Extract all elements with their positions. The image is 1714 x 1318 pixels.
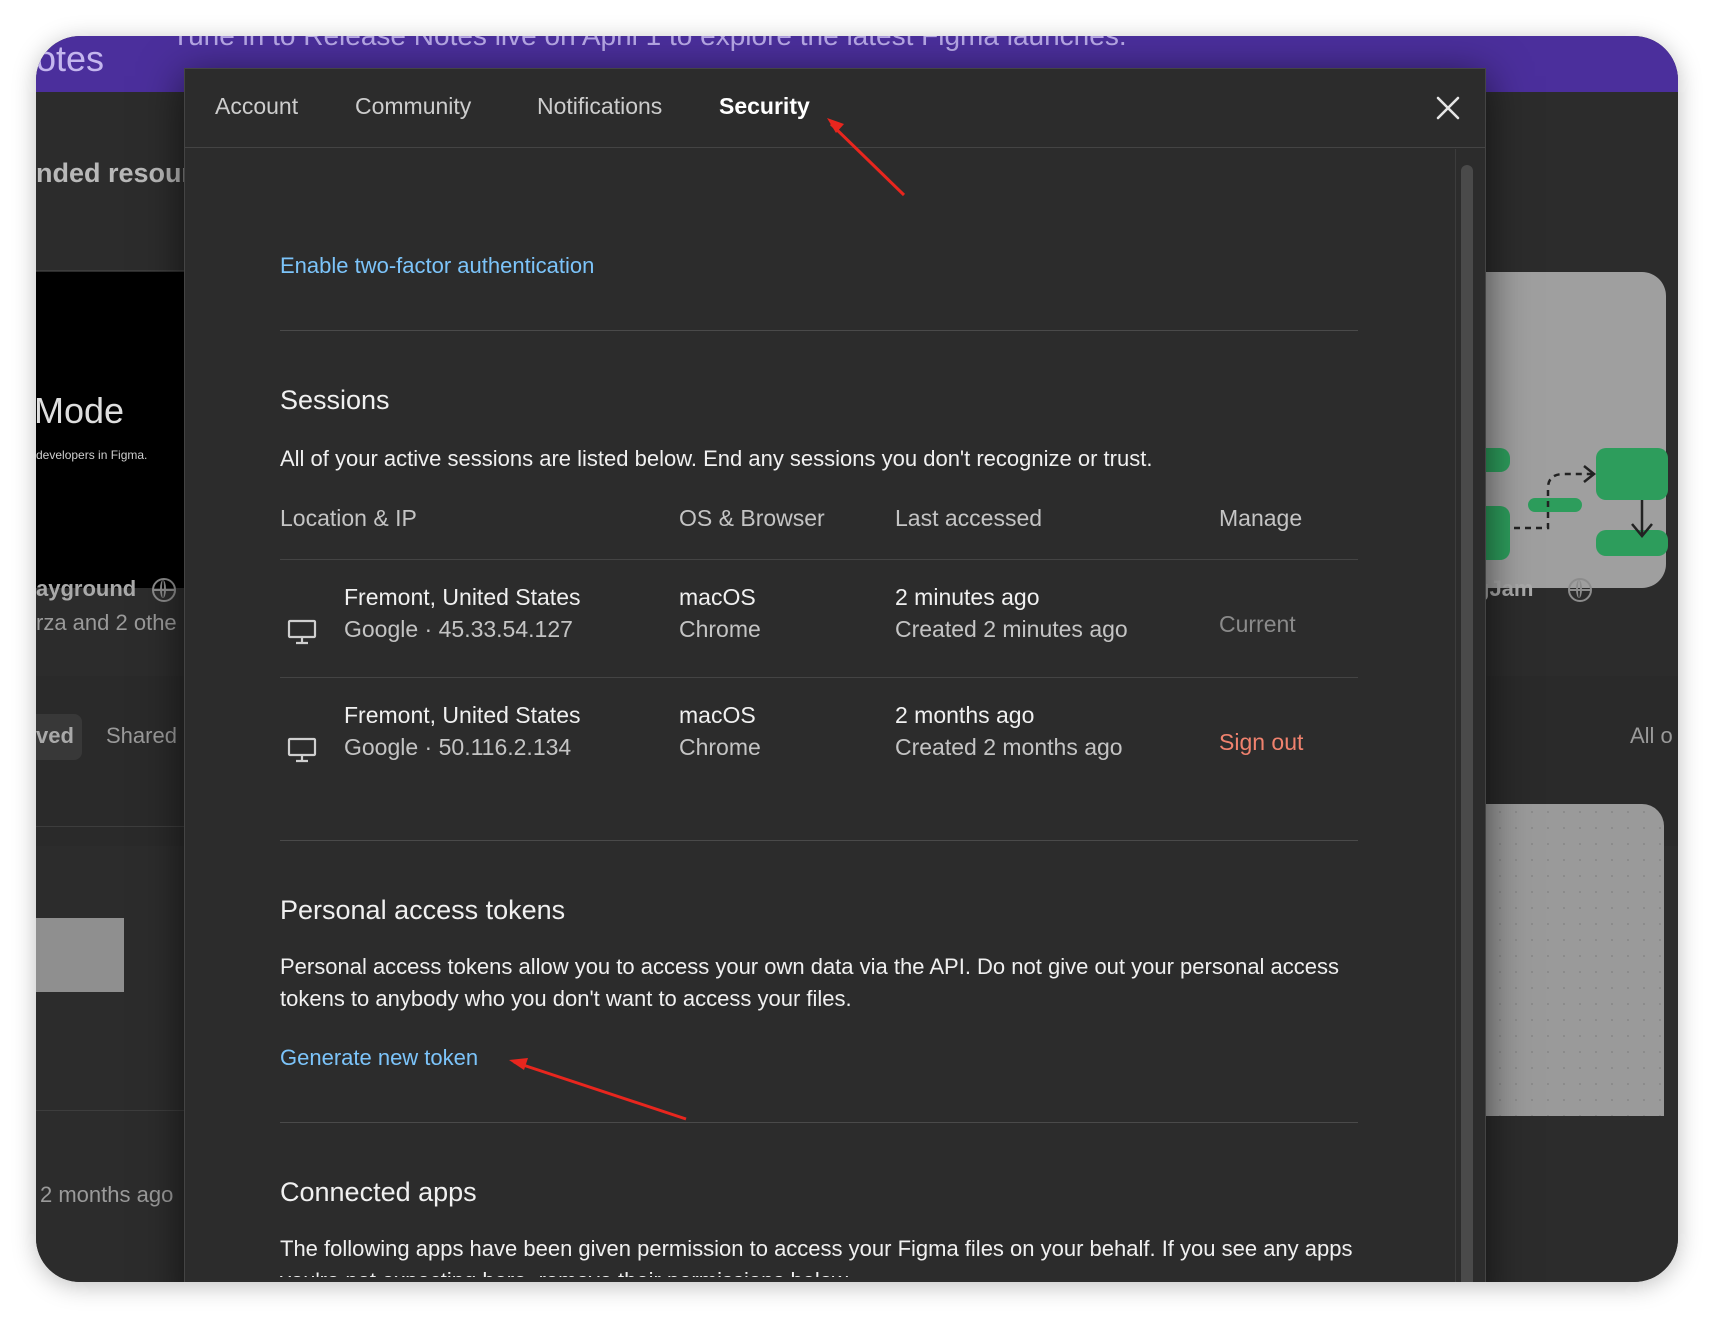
created-text: Created 2 months ago bbox=[895, 734, 1123, 760]
connected-apps-description: The following apps have been given permi… bbox=[280, 1236, 1353, 1277]
column-header-last-accessed: Last accessed bbox=[895, 505, 1043, 531]
divider bbox=[36, 826, 186, 827]
tokens-title: Personal access tokens bbox=[280, 895, 566, 925]
section-divider bbox=[280, 840, 1358, 841]
filter-tab-active[interactable]: ved bbox=[36, 714, 82, 760]
resource-card-right[interactable] bbox=[1476, 272, 1668, 588]
column-header-manage: Manage bbox=[1219, 505, 1303, 531]
column-header-location: Location & IP bbox=[280, 505, 417, 531]
section-divider bbox=[280, 1122, 1358, 1123]
globe-icon bbox=[152, 578, 176, 602]
session-location: Fremont, United States Google · 45.33.54… bbox=[344, 581, 581, 645]
section-divider bbox=[280, 330, 1358, 331]
tab-community[interactable]: Community bbox=[355, 93, 471, 120]
filter-tab-label: ved bbox=[36, 723, 74, 748]
file-time: 2 months ago bbox=[40, 1182, 174, 1207]
divider bbox=[36, 1110, 186, 1111]
tab-security[interactable]: Security bbox=[719, 93, 810, 120]
os-text: macOS bbox=[679, 584, 756, 610]
filter-dropdown[interactable]: All o bbox=[1630, 723, 1673, 749]
close-icon[interactable] bbox=[1431, 91, 1465, 125]
connected-apps-title: Connected apps bbox=[280, 1177, 477, 1207]
filter-tab-shared[interactable]: Shared bbox=[106, 723, 177, 749]
session-last-accessed: 2 minutes ago Created 2 minutes ago bbox=[895, 581, 1128, 645]
current-session-label: Current bbox=[1219, 611, 1296, 637]
settings-tabs: Account Community Notifications Security bbox=[185, 69, 1485, 148]
section-heading: nded resourc bbox=[36, 158, 208, 188]
row-divider bbox=[280, 677, 1358, 678]
location-text: Fremont, United States bbox=[344, 584, 581, 610]
created-text: Created 2 minutes ago bbox=[895, 616, 1128, 642]
sign-out-button[interactable]: Sign out bbox=[1219, 729, 1303, 756]
file-name-left[interactable]: ayground bbox=[36, 576, 136, 602]
file-thumbnail[interactable] bbox=[36, 918, 124, 992]
ip-text: Google · 45.33.54.127 bbox=[344, 616, 573, 642]
row-divider bbox=[280, 559, 1358, 560]
generate-token-link[interactable]: Generate new token bbox=[280, 1045, 478, 1071]
session-os-browser: macOS Chrome bbox=[679, 581, 761, 645]
file-thumbnail-right[interactable] bbox=[1476, 804, 1664, 1116]
divider bbox=[36, 270, 186, 271]
browser-text: Chrome bbox=[679, 734, 761, 760]
session-os-browser: macOS Chrome bbox=[679, 699, 761, 763]
last-accessed-text: 2 minutes ago bbox=[895, 584, 1040, 610]
card-subtitle: developers in Figma. bbox=[36, 448, 148, 462]
session-location: Fremont, United States Google · 50.116.2… bbox=[344, 699, 581, 763]
banner-text: Tune in to Release Notes live on April 1… bbox=[172, 36, 1127, 52]
os-text: macOS bbox=[679, 702, 756, 728]
column-header-os-browser: OS & Browser bbox=[679, 505, 825, 531]
connector-arrows-icon bbox=[1514, 465, 1653, 538]
session-last-accessed: 2 months ago Created 2 months ago bbox=[895, 699, 1123, 763]
location-text: Fremont, United States bbox=[344, 702, 581, 728]
app-window: otes Tune in to Release Notes live on Ap… bbox=[36, 36, 1678, 1282]
desktop-icon bbox=[287, 737, 317, 763]
banner-brand-text: otes bbox=[36, 38, 105, 79]
tab-notifications[interactable]: Notifications bbox=[537, 93, 662, 120]
browser-text: Chrome bbox=[679, 616, 761, 642]
file-meta-left: rza and 2 othe bbox=[36, 610, 177, 635]
tab-account[interactable]: Account bbox=[215, 93, 298, 120]
card-title: Mode bbox=[36, 390, 125, 431]
desktop-icon bbox=[287, 619, 317, 645]
resource-card-left[interactable]: Mode developers in Figma. bbox=[36, 272, 186, 588]
globe-icon bbox=[1568, 578, 1592, 602]
last-accessed-text: 2 months ago bbox=[895, 702, 1035, 728]
tokens-description: Personal access tokens allow you to acce… bbox=[280, 954, 1340, 1011]
scrollbar-thumb[interactable] bbox=[1461, 165, 1473, 1282]
enable-2fa-link[interactable]: Enable two-factor authentication bbox=[280, 253, 594, 279]
settings-modal: Account Community Notifications Security… bbox=[184, 68, 1486, 1282]
sessions-title: Sessions bbox=[280, 385, 390, 415]
ip-text: Google · 50.116.2.134 bbox=[344, 734, 572, 760]
sessions-description: All of your active sessions are listed b… bbox=[280, 446, 1153, 471]
